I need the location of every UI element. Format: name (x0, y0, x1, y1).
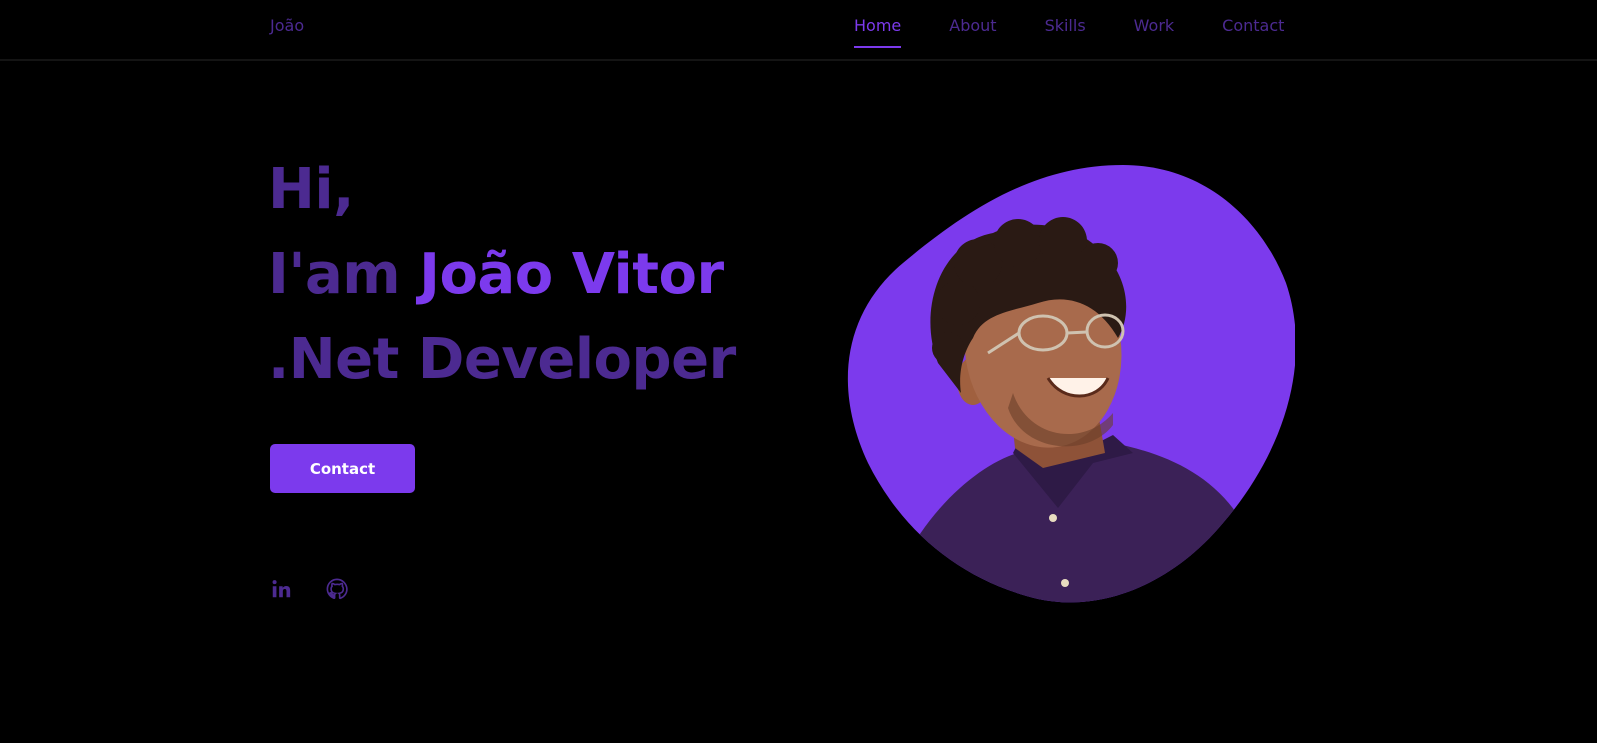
github-icon[interactable] (326, 578, 348, 600)
hero-intro: I'am João Vitor (268, 243, 724, 307)
profile-photo (843, 163, 1295, 605)
hero-intro-prefix: I'am (268, 242, 420, 307)
nav-work-link[interactable]: Work (1134, 16, 1175, 35)
nav-home-link[interactable]: Home (854, 16, 902, 48)
main-nav: Home About Skills Work Contact (854, 16, 1284, 48)
hero-name: João Vitor (419, 242, 724, 307)
site-header: João Home About Skills Work Contact (0, 0, 1597, 61)
nav-contact-link[interactable]: Contact (1222, 16, 1284, 35)
social-links (270, 578, 348, 600)
nav-about-link[interactable]: About (949, 16, 996, 35)
hero-greeting: Hi, (268, 157, 354, 222)
contact-button[interactable]: Contact (270, 444, 415, 493)
logo-link[interactable]: João (270, 16, 304, 35)
hero-role: .Net Developer (268, 327, 736, 392)
nav-skills-link[interactable]: Skills (1045, 16, 1086, 35)
linkedin-icon[interactable] (270, 578, 292, 600)
